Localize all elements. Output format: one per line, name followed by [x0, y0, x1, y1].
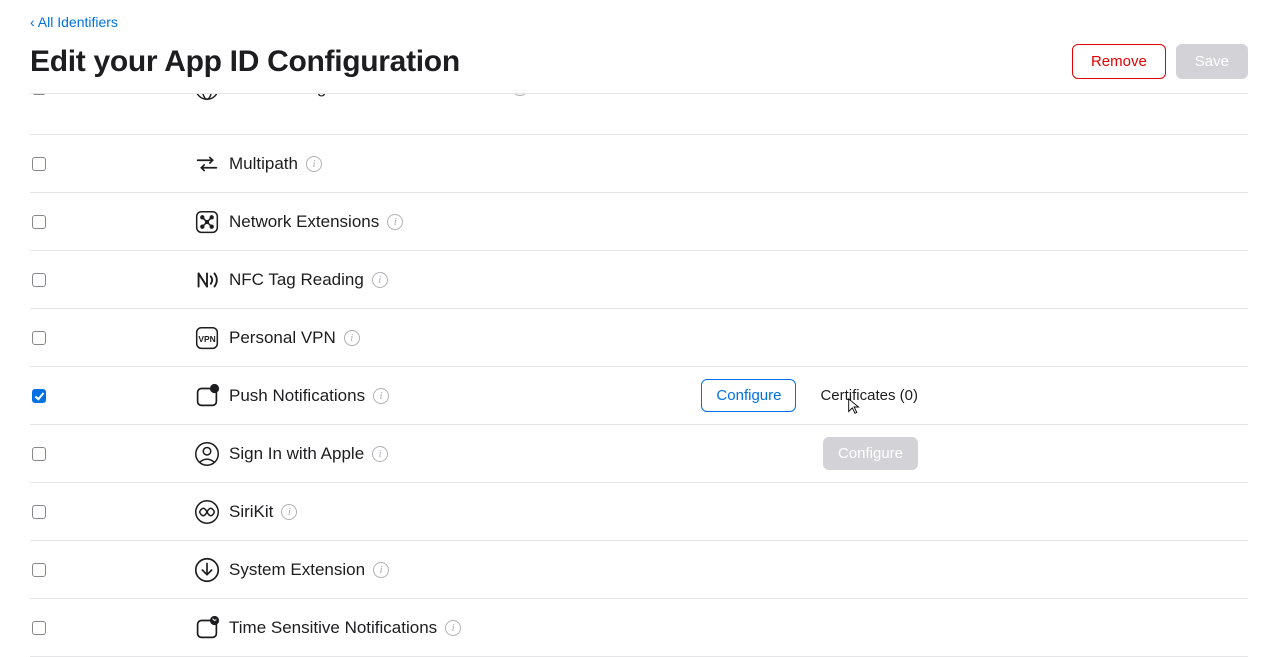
svg-text:VPN: VPN [198, 333, 215, 343]
certificates-count: Certificates (0) [820, 387, 918, 404]
save-button: Save [1176, 44, 1248, 79]
capability-label: SiriKit [229, 502, 273, 522]
configure-button-siwa: Configure [823, 437, 918, 470]
info-icon[interactable]: i [344, 330, 360, 346]
download-icon [192, 555, 222, 585]
capability-label: MDM Managed Associated Domains [229, 94, 504, 98]
info-icon[interactable]: i [445, 620, 461, 636]
info-icon[interactable]: i [281, 504, 297, 520]
capability-checkbox-sysext[interactable] [32, 563, 46, 577]
capability-row-mdm: MDM Managed Associated Domains i [30, 94, 1248, 135]
vpn-icon: VPN [192, 323, 222, 353]
capability-row-system-extension: System Extension i [30, 541, 1248, 599]
nfc-icon [192, 265, 222, 295]
info-icon[interactable]: i [306, 156, 322, 172]
capability-label: Multipath [229, 154, 298, 174]
capability-checkbox-vpn[interactable] [32, 331, 46, 345]
capability-checkbox-nfc[interactable] [32, 273, 46, 287]
capability-row-nfc: NFC Tag Reading i [30, 251, 1248, 309]
network-icon [192, 207, 222, 237]
globe-icon [192, 94, 222, 103]
info-icon[interactable]: i [372, 272, 388, 288]
info-icon[interactable]: i [512, 94, 528, 96]
capability-checkbox-netext[interactable] [32, 215, 46, 229]
multipath-icon [192, 149, 222, 179]
info-icon[interactable]: i [373, 388, 389, 404]
capability-row-personal-vpn: VPN Personal VPN i [30, 309, 1248, 367]
info-icon[interactable]: i [387, 214, 403, 230]
siri-icon [192, 497, 222, 527]
capability-row-sign-in-with-apple: Sign In with Apple i Configure [30, 425, 1248, 483]
push-notifications-icon [192, 381, 222, 411]
configure-button-push[interactable]: Configure [701, 379, 796, 412]
capability-checkbox-tsn[interactable] [32, 621, 46, 635]
capability-checkbox-mdm[interactable] [32, 94, 46, 95]
page-title: Edit your App ID Configuration [30, 45, 460, 79]
capability-label: Network Extensions [229, 212, 379, 232]
capability-row-network-extensions: Network Extensions i [30, 193, 1248, 251]
capability-row-multipath: Multipath i [30, 135, 1248, 193]
capability-label: Push Notifications [229, 386, 365, 406]
capability-list: MDM Managed Associated Domains i Multipa… [30, 93, 1248, 657]
time-sensitive-icon [192, 613, 222, 643]
capability-row-sirikit: SiriKit i [30, 483, 1248, 541]
capability-row-push-notifications: Push Notifications i Configure Certifica… [30, 367, 1248, 425]
capability-checkbox-multipath[interactable] [32, 157, 46, 171]
back-link[interactable]: ‹ All Identifiers [30, 0, 118, 38]
capability-label: NFC Tag Reading [229, 270, 364, 290]
capability-label: Personal VPN [229, 328, 336, 348]
capability-label: System Extension [229, 560, 365, 580]
remove-button[interactable]: Remove [1072, 44, 1166, 79]
capability-checkbox-siri[interactable] [32, 505, 46, 519]
info-icon[interactable]: i [373, 562, 389, 578]
capability-label: Time Sensitive Notifications [229, 618, 437, 638]
info-icon[interactable]: i [372, 446, 388, 462]
capability-checkbox-siwa[interactable] [32, 447, 46, 461]
capability-checkbox-push[interactable] [32, 389, 46, 403]
page-header: Edit your App ID Configuration Remove Sa… [30, 38, 1248, 93]
capability-label: Sign In with Apple [229, 444, 364, 464]
capability-row-time-sensitive-notifications: Time Sensitive Notifications i [30, 599, 1248, 657]
person-icon [192, 439, 222, 469]
